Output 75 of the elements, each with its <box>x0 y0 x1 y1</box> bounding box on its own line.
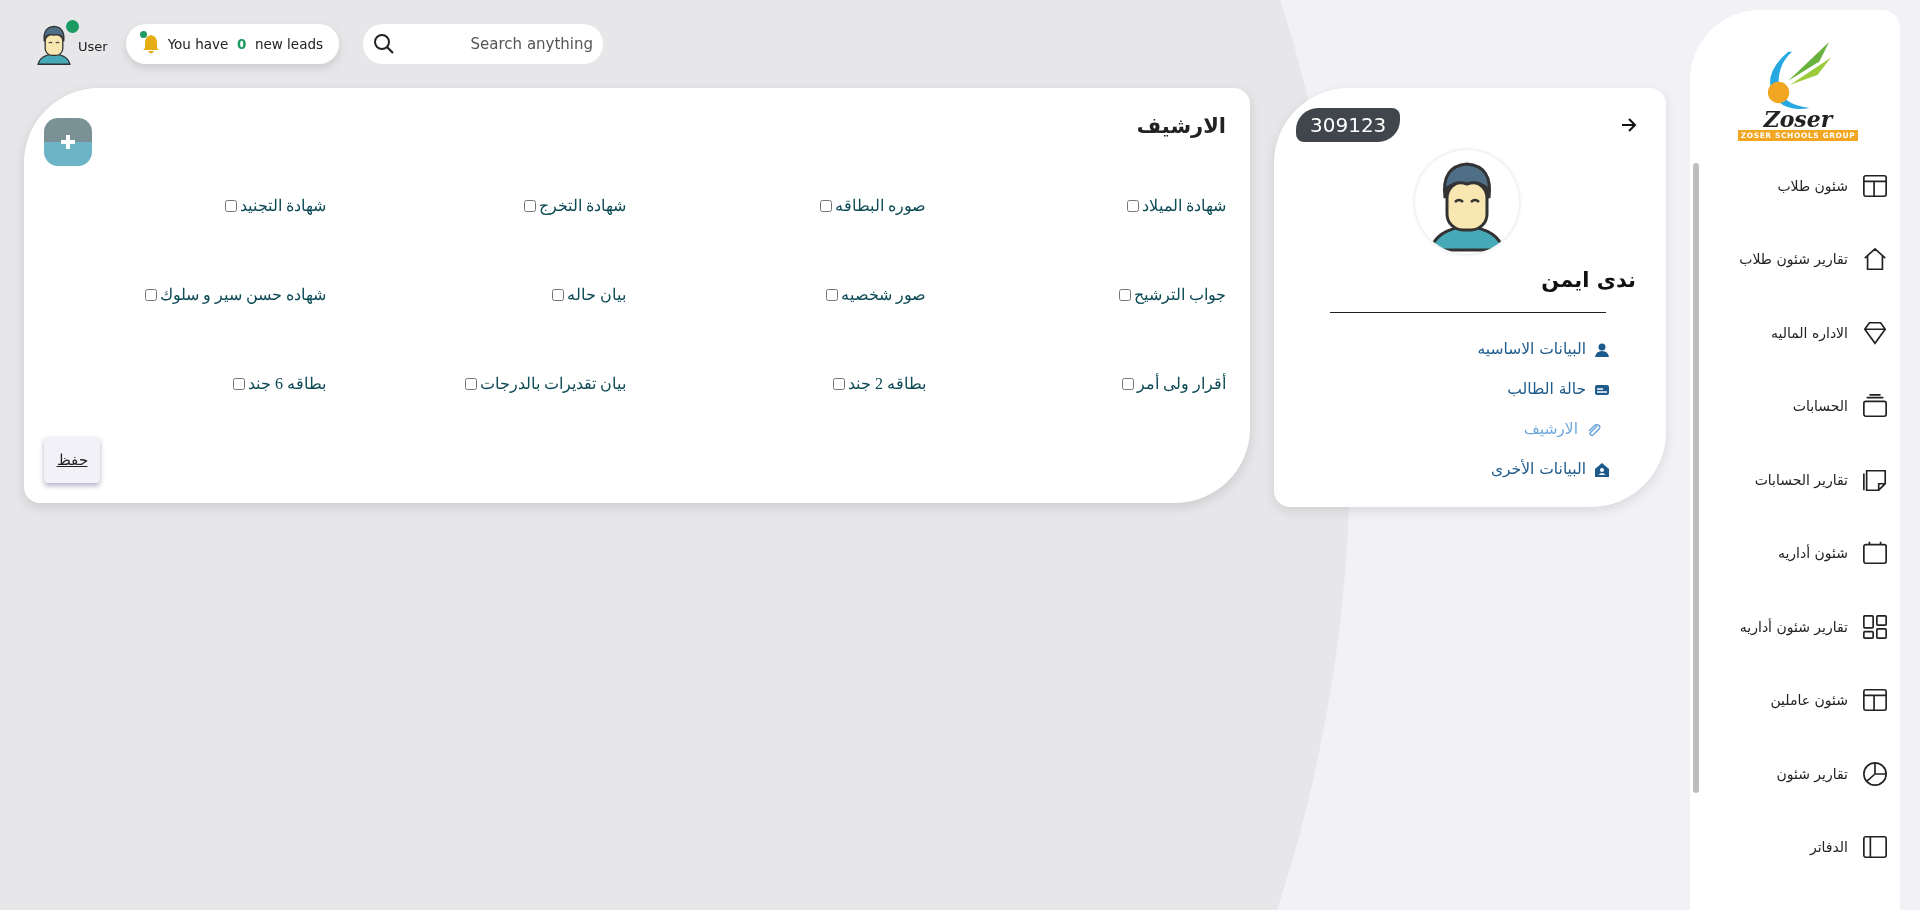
sidebar-item[interactable]: تقارير شئون <box>1690 737 1900 811</box>
student-name: ندى ايمن <box>1540 268 1637 292</box>
sidebar-item[interactable]: الاداره الماليه <box>1690 296 1900 370</box>
student-code-badge: 309123 <box>1296 108 1401 142</box>
checkbox[interactable] <box>1122 377 1134 390</box>
checkbox[interactable] <box>826 288 838 301</box>
document-checkbox[interactable]: جواب الترشيح <box>1119 279 1226 310</box>
document-checkbox[interactable]: صوره البطاقه <box>820 190 926 221</box>
plus-icon <box>60 134 76 150</box>
person-icon <box>1594 341 1610 358</box>
sidebar-item[interactable]: شئون عاملين <box>1690 663 1900 737</box>
diamond-icon <box>1862 319 1888 346</box>
document-checkbox[interactable]: أقرار ولى أمر <box>1122 368 1226 399</box>
sidebar-item[interactable]: شئون طلاب <box>1690 149 1900 223</box>
profile-nav-link[interactable]: البيانات الاساسيه <box>1477 337 1610 362</box>
user-name: User <box>78 39 108 54</box>
document-checkbox[interactable]: بيان تقديرات بالدرجات <box>465 368 626 399</box>
paperclip-icon <box>1586 421 1602 438</box>
panel-icon <box>1862 834 1888 861</box>
document-checkbox[interactable]: شهادة التجنيد <box>225 190 326 221</box>
search-field[interactable]: Search anything <box>363 24 604 64</box>
leads-text: You have 0 new leads <box>167 36 324 52</box>
save-button[interactable]: حفظ <box>44 437 100 483</box>
checkbox[interactable] <box>833 377 845 390</box>
card-title: الارشيف <box>1136 114 1226 138</box>
leads-notice[interactable]: You have 0 new leads <box>125 24 340 64</box>
logo-word: Zoser <box>1763 106 1833 132</box>
checkbox-label: صوره البطاقه <box>835 196 926 217</box>
checkbox-label: شهادة الميلاد <box>1142 196 1226 217</box>
window-icon <box>1862 172 1888 199</box>
document-checkbox[interactable]: بطاقه 2 جند <box>833 368 926 399</box>
document-checkbox[interactable]: بيان حاله <box>552 279 626 310</box>
sidebar-item[interactable]: تقارير الحسابات <box>1690 443 1900 517</box>
document-checkbox[interactable]: صور شخصيه <box>826 279 926 310</box>
document-checkbox[interactable]: شهاده حسن سير و سلوك <box>145 279 326 310</box>
checkbox[interactable] <box>225 199 237 212</box>
house-icon <box>1594 461 1610 478</box>
checkbox-label: بطاقه 6 جند <box>248 374 326 394</box>
checkbox-label: شهاده حسن سير و سلوك <box>160 285 326 306</box>
checkbox[interactable] <box>145 288 157 301</box>
add-button[interactable] <box>44 118 92 166</box>
checkbox[interactable] <box>233 377 245 390</box>
window-icon <box>1862 687 1888 714</box>
checkbox-label: جواب الترشيح <box>1134 285 1226 306</box>
checkbox-label: شهادة التخرج <box>539 196 626 217</box>
house-icon <box>1862 246 1888 273</box>
checkbox-label: بطاقه 2 جند <box>848 374 926 394</box>
sidebar-item[interactable]: تقارير شئون طلاب <box>1690 222 1900 296</box>
checkbox[interactable] <box>524 199 536 212</box>
checkbox[interactable] <box>1119 288 1131 301</box>
sidebar-item[interactable]: تقارير شئون أداريه <box>1690 590 1900 664</box>
checkbox-label: أقرار ولى أمر <box>1137 372 1226 395</box>
checkbox-label: بيان تقديرات بالدرجات <box>480 374 626 395</box>
checkbox[interactable] <box>820 199 832 212</box>
checkbox-label: بيان حاله <box>567 285 626 305</box>
document-checkbox[interactable]: شهادة التخرج <box>524 190 626 221</box>
checkbox[interactable] <box>1127 199 1139 212</box>
search-icon <box>373 33 396 55</box>
checkbox[interactable] <box>465 377 477 390</box>
profile-nav-link[interactable]: البيانات الأخرى <box>1490 457 1610 482</box>
checkbox[interactable] <box>552 288 564 301</box>
bell-icon <box>141 33 160 55</box>
document-checkbox[interactable]: بطاقه 6 جند <box>233 368 326 399</box>
checkbox-label: شهادة التجنيد <box>240 196 326 217</box>
right-arrow-icon[interactable] <box>1620 117 1638 133</box>
grid-icon <box>1862 613 1888 640</box>
profile-nav-link[interactable]: حالة الطالب <box>1507 377 1610 402</box>
calendar-icon <box>1862 540 1888 567</box>
checkbox-label: صور شخصيه <box>841 285 926 306</box>
sidebar-item[interactable]: الدفاتر <box>1690 810 1900 884</box>
document-checkbox[interactable]: شهادة الميلاد <box>1127 190 1226 221</box>
stack-icon <box>1862 393 1888 420</box>
sidebar-item[interactable]: شئون أداريه <box>1690 516 1900 590</box>
sidebar-item[interactable]: الحسابات <box>1690 369 1900 443</box>
pie-chart-icon <box>1862 760 1888 787</box>
